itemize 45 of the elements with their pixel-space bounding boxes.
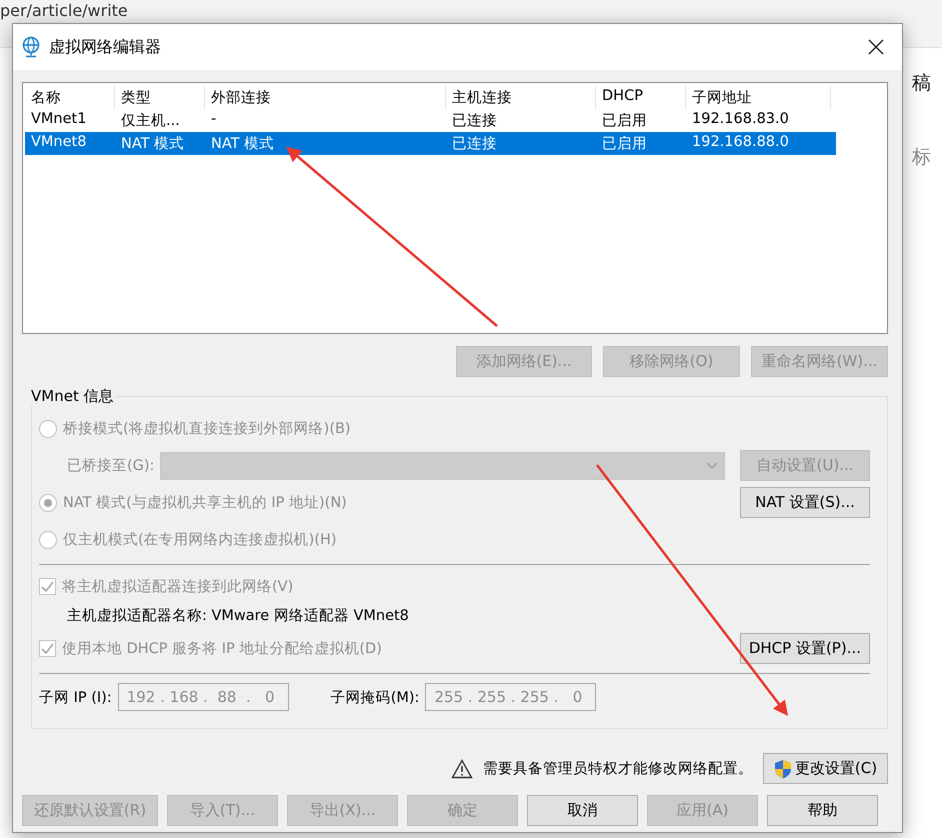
table-cell-text: 仅主机...: [120, 112, 181, 131]
column-header[interactable]: 名称: [25, 85, 115, 110]
subnet-ip-label: 子网 IP (I):: [39, 688, 112, 706]
shield-icon: [774, 758, 792, 778]
dialog-button[interactable]: 取消: [527, 795, 638, 826]
adapter-name-text: 主机虚拟适配器名称: VMware 网络适配器 VMnet8: [67, 606, 409, 624]
table-cell-text: VMnet1: [30, 110, 88, 129]
column-header[interactable]: 外部连接: [205, 85, 446, 110]
table-cell-text: 已启用: [601, 134, 648, 154]
column-header[interactable]: 主机连接: [446, 85, 596, 110]
network-row[interactable]: VMnet8 NAT 模式 NAT 模式 已连接 已启用 192.168.88.0: [25, 132, 836, 155]
admin-notice-text: 需要具备管理员特权才能修改网络配置。: [483, 760, 753, 778]
bridged-to-label: 已桥接至(G):: [67, 457, 154, 475]
table-cell-text: 192.168.83.0: [691, 110, 790, 129]
dhcp-settings-button[interactable]: DHCP 设置(P)...: [740, 632, 870, 664]
close-icon: [868, 39, 884, 55]
radio-label: 桥接模式(将虚拟机直接连接到外部网络)(B): [63, 420, 351, 438]
table-cell-text: 192.168.88.0: [691, 133, 790, 152]
url-text: per/article/write: [0, 1, 128, 21]
chevron-down-icon: [706, 462, 718, 470]
warning-icon: [451, 758, 473, 778]
table-cell-text: NAT 模式: [120, 135, 186, 154]
radio-label: 仅主机模式(在专用网络内连接虚拟机)(H): [63, 530, 337, 549]
column-header[interactable]: 类型: [115, 85, 205, 110]
subnet-mask-label: 子网掩码(M):: [330, 688, 420, 706]
dialog-button[interactable]: 帮助: [767, 795, 878, 826]
radio-label: NAT 模式(与虚拟机共享主机的 IP 地址)(N): [63, 494, 347, 512]
globe-icon: [21, 36, 41, 58]
group-title: VMnet 信息: [30, 387, 115, 406]
window-title: 虚拟网络编辑器: [49, 36, 162, 58]
table-cell-text: NAT 模式: [210, 135, 276, 154]
table-cell-text: 已启用: [601, 112, 648, 131]
page-text: 标: [912, 145, 931, 170]
column-header[interactable]: DHCP: [596, 85, 686, 110]
checkbox-label: 将主机虚拟适配器连接到此网络(V): [62, 578, 294, 596]
checkbox-label: 使用本地 DHCP 服务将 IP 地址分配给虚拟机(D): [62, 640, 382, 658]
change-settings-button[interactable]: 更改设置(C): [763, 753, 888, 784]
nat-settings-button[interactable]: NAT 设置(S)...: [740, 487, 870, 518]
network-row[interactable]: VMnet1 仅主机... - 已连接 已启用 192.168.83.0: [25, 109, 836, 132]
page-text: 稿: [912, 71, 931, 96]
column-header[interactable]: 子网地址: [686, 85, 831, 110]
table-cell-text: 已连接: [451, 112, 498, 131]
table-cell-text: VMnet8: [30, 133, 88, 152]
table-cell-text: -: [210, 110, 218, 129]
table-cell-text: 已连接: [451, 135, 498, 154]
